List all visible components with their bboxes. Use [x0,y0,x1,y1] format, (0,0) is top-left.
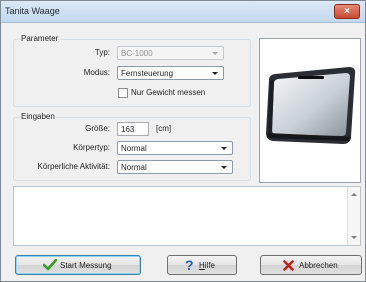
koerpertyp-value: Normal [121,144,147,153]
scroll-up-icon[interactable] [351,193,357,196]
aktivitaet-value: Normal [121,163,147,172]
eingaben-group: Eingaben Größe: 163 [cm] Körpertyp: Norm… [13,112,251,181]
chevron-down-icon [221,166,227,169]
aktivitaet-label: Körperliche Aktivität: [37,162,110,171]
output-scrollbar[interactable] [347,187,360,245]
close-icon: × [344,6,350,17]
typ-label: Typ: [94,48,110,57]
groesse-unit: [cm] [156,124,172,133]
hilfe-label: Hilfe [199,260,215,271]
abbrechen-label: Abbrechen [299,261,338,270]
hilfe-rest: ilfe [204,261,216,270]
scale-image-panel [259,38,361,183]
chevron-down-icon [212,52,218,55]
parameter-legend: Parameter [20,34,60,44]
groesse-input[interactable]: 163 [117,122,149,136]
chevron-down-icon [212,72,218,75]
scroll-down-icon[interactable] [351,236,357,239]
typ-value: BC-1000 [121,49,153,58]
start-messung-button[interactable]: Start Messung [15,255,141,275]
nur-gewicht-checkbox[interactable] [118,88,128,98]
output-textarea[interactable] [13,186,361,246]
groesse-label: Größe: [85,124,110,133]
eingaben-legend: Eingaben [20,112,56,122]
modus-label: Modus: [83,68,110,77]
parameter-group: Parameter Typ: BC-1000 Modus: Fernsteuer… [13,34,251,107]
start-messung-label: Start Messung [60,261,112,270]
nur-gewicht-label[interactable]: Nur Gewicht messen [131,87,205,99]
window-title: Tanita Waage [5,6,60,16]
aktivitaet-select[interactable]: Normal [117,160,233,174]
chevron-down-icon [221,147,227,150]
checkmark-icon [43,259,57,271]
abbrechen-button[interactable]: Abbrechen [260,255,362,275]
title-bar[interactable]: Tanita Waage × [1,1,365,23]
hilfe-button[interactable]: ? Hilfe [167,255,237,275]
close-button[interactable]: × [334,4,360,19]
x-icon [283,260,294,271]
scale-image [266,67,356,144]
dialog-window: Tanita Waage × Parameter Typ: BC-1000 Mo… [0,0,366,282]
koerpertyp-label: Körpertyp: [73,143,110,152]
groesse-value: 163 [121,125,135,134]
koerpertyp-select[interactable]: Normal [117,141,233,155]
typ-select: BC-1000 [117,46,224,60]
question-icon: ? [185,257,194,273]
modus-select[interactable]: Fernsteuerung [117,66,224,80]
modus-value: Fernsteuerung [121,69,174,78]
